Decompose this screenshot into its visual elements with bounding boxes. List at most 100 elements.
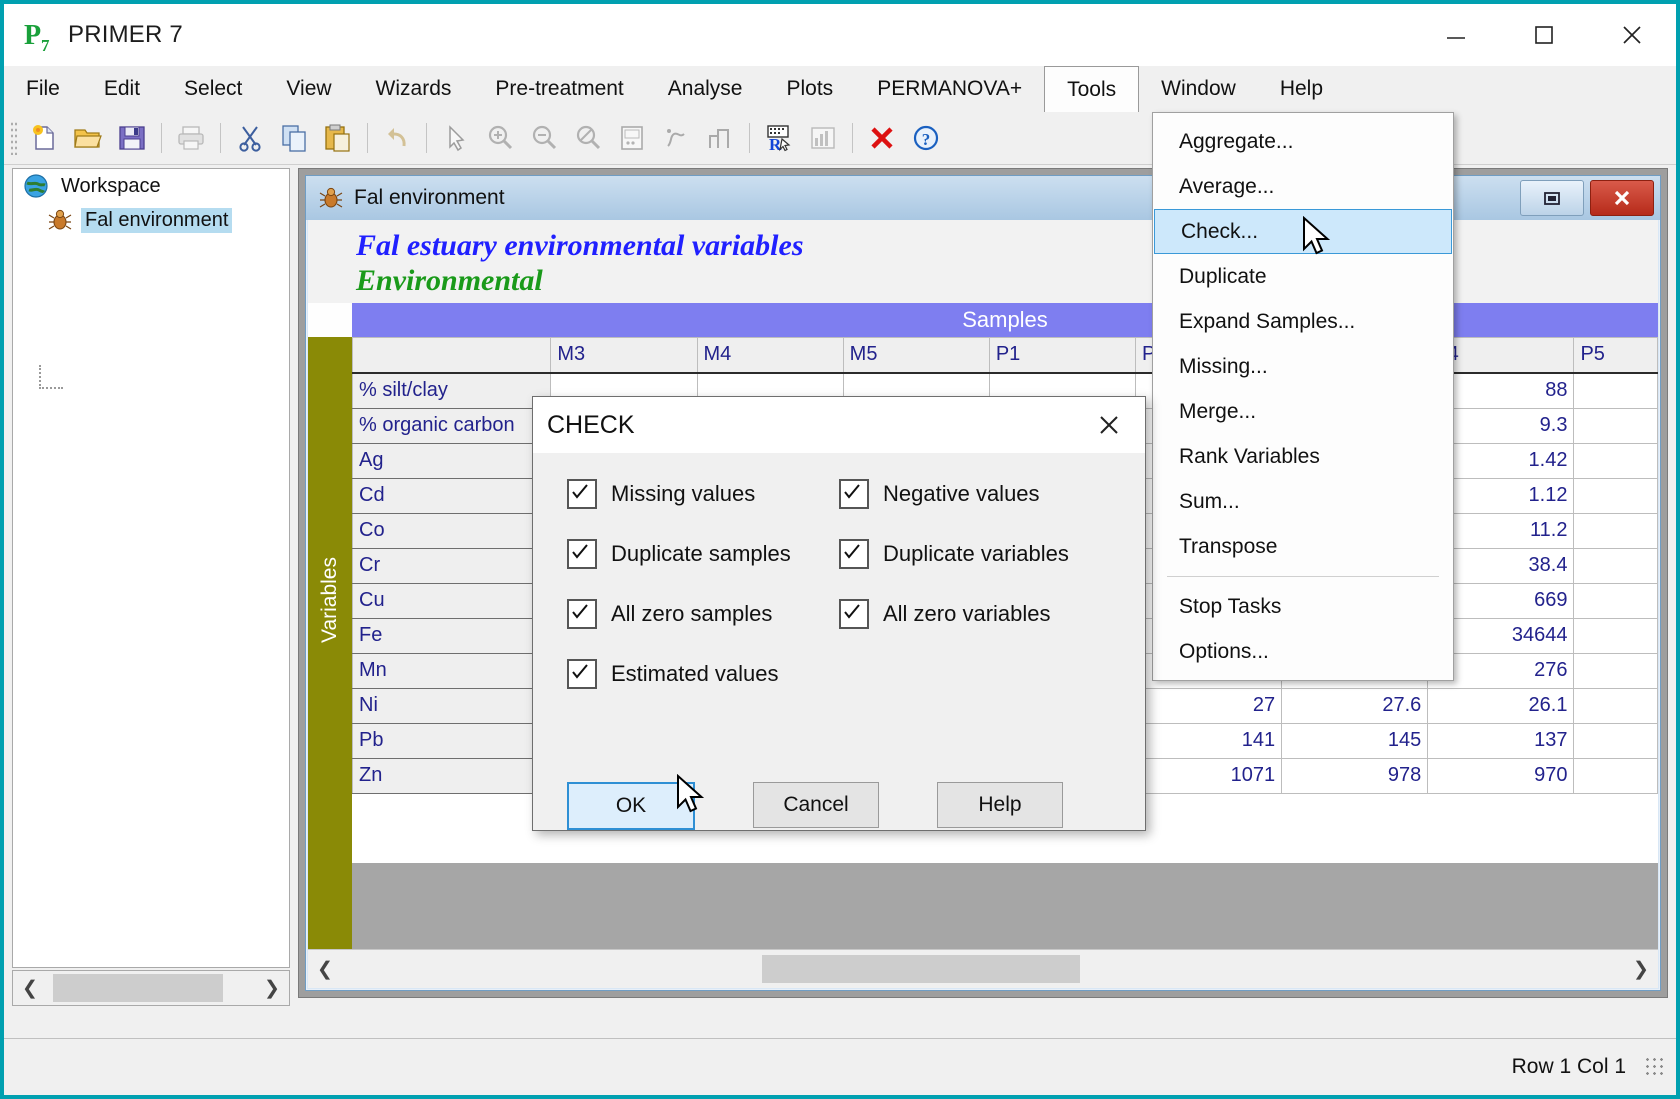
row-label[interactable]: Pb	[352, 722, 552, 759]
stop-red-x-icon[interactable]	[860, 116, 904, 160]
cancel-button[interactable]: Cancel	[753, 782, 879, 828]
menu-tools[interactable]: Tools	[1044, 66, 1140, 112]
menu-item-options[interactable]: Options...	[1153, 629, 1453, 674]
cell[interactable]	[1573, 372, 1658, 409]
tree-root-workspace[interactable]: Workspace	[13, 169, 289, 203]
cell[interactable]: 26.1	[1427, 687, 1575, 724]
menu-item-aggregate[interactable]: Aggregate...	[1153, 119, 1453, 164]
cell[interactable]	[1573, 687, 1658, 724]
menu-wizards[interactable]: Wizards	[354, 66, 474, 112]
cut-scissors-icon[interactable]	[228, 116, 272, 160]
row-label[interactable]: Ag	[352, 442, 552, 479]
save-icon[interactable]	[110, 116, 154, 160]
tree-item-fal-environment[interactable]: Fal environment	[13, 203, 289, 237]
grid-col-p5[interactable]: P5	[1573, 336, 1658, 374]
cell[interactable]	[1573, 442, 1658, 479]
menu-window[interactable]: Window	[1139, 66, 1258, 112]
menu-item-average[interactable]: Average...	[1153, 164, 1453, 209]
row-label[interactable]: Zn	[352, 757, 552, 794]
maximize-button[interactable]	[1500, 4, 1588, 66]
menu-plots[interactable]: Plots	[765, 66, 856, 112]
cell[interactable]: 978	[1281, 757, 1429, 794]
row-label[interactable]: Co	[352, 512, 552, 549]
grid-scroll-right-arrow-icon[interactable]: ❯	[1624, 952, 1658, 986]
menu-pre-treatment[interactable]: Pre-treatment	[473, 66, 645, 112]
menu-item-stop-tasks[interactable]: Stop Tasks	[1153, 584, 1453, 629]
menu-help[interactable]: Help	[1258, 66, 1345, 112]
cell[interactable]	[1573, 477, 1658, 514]
scroll-track[interactable]	[47, 971, 255, 1005]
help-question-icon[interactable]: ?	[904, 116, 948, 160]
menu-item-sum[interactable]: Sum...	[1153, 479, 1453, 524]
checkbox-duplicate-samples[interactable]: Duplicate samples	[567, 539, 839, 569]
data-window-title-bar[interactable]: Fal environment	[306, 176, 1660, 220]
help-button[interactable]: Help	[937, 782, 1063, 828]
cell[interactable]	[1573, 722, 1658, 759]
cell[interactable]	[1573, 757, 1658, 794]
cell[interactable]: 141	[1134, 722, 1283, 759]
cell[interactable]	[1573, 547, 1658, 584]
scroll-thumb[interactable]	[53, 974, 223, 1002]
row-label[interactable]: Cd	[352, 477, 552, 514]
menu-file[interactable]: File	[4, 66, 82, 112]
cell[interactable]	[1573, 652, 1658, 689]
menu-edit[interactable]: Edit	[82, 66, 162, 112]
copy-icon[interactable]	[272, 116, 316, 160]
grid-scroll-thumb[interactable]	[762, 955, 1080, 983]
menu-item-transpose[interactable]: Transpose	[1153, 524, 1453, 569]
menu-item-expand-samples[interactable]: Expand Samples...	[1153, 299, 1453, 344]
menu-view[interactable]: View	[264, 66, 353, 112]
grid-scroll-left-arrow-icon[interactable]: ❮	[308, 952, 342, 986]
scroll-right-arrow-icon[interactable]: ❯	[255, 971, 289, 1005]
row-label[interactable]: Fe	[352, 617, 552, 654]
grid-horizontal-scrollbar[interactable]: ❮ ❯	[308, 949, 1658, 988]
r-script-icon[interactable]: R	[757, 116, 801, 160]
ok-button[interactable]: OK	[567, 782, 695, 830]
checkbox-duplicate-variables[interactable]: Duplicate variables	[839, 539, 1111, 569]
menu-analyse[interactable]: Analyse	[646, 66, 765, 112]
checkbox-all-zero-variables[interactable]: All zero variables	[839, 599, 1111, 629]
new-icon[interactable]	[22, 116, 66, 160]
data-window-close-button[interactable]	[1590, 180, 1654, 216]
toolbar-grip[interactable]	[10, 121, 18, 155]
workspace-tree-panel[interactable]: Workspace Fal environment	[12, 168, 290, 968]
close-button[interactable]	[1588, 4, 1676, 66]
scroll-left-arrow-icon[interactable]: ❮	[13, 971, 47, 1005]
paste-icon[interactable]	[316, 116, 360, 160]
row-label[interactable]: Mn	[352, 652, 552, 689]
checkbox-estimated-values[interactable]: Estimated values	[567, 659, 839, 689]
menu-item-missing[interactable]: Missing...	[1153, 344, 1453, 389]
grid-col-m3[interactable]: M3	[550, 336, 698, 374]
cell[interactable]	[1573, 512, 1658, 549]
checkbox-missing-values[interactable]: Missing values	[567, 479, 839, 509]
cell[interactable]	[1573, 617, 1658, 654]
menu-select[interactable]: Select	[162, 66, 264, 112]
checkbox-negative-values[interactable]: Negative values	[839, 479, 1111, 509]
cell[interactable]: 970	[1427, 757, 1575, 794]
cell[interactable]: 1071	[1134, 757, 1283, 794]
open-folder-icon[interactable]	[66, 116, 110, 160]
grid-col-m5[interactable]: M5	[842, 336, 990, 374]
menu-item-duplicate[interactable]: Duplicate	[1153, 254, 1453, 299]
grid-scroll-track[interactable]	[342, 952, 1624, 986]
menu-item-check[interactable]: Check...	[1154, 209, 1452, 254]
grid-col-p1[interactable]: P1	[988, 336, 1136, 374]
grid-col-m4[interactable]: M4	[696, 336, 844, 374]
menu-item-rank-variables[interactable]: Rank Variables	[1153, 434, 1453, 479]
cell[interactable]: 145	[1281, 722, 1429, 759]
row-label[interactable]: % organic carbon	[352, 407, 552, 444]
cell[interactable]	[1573, 407, 1658, 444]
row-label[interactable]: % silt/clay	[352, 372, 552, 409]
check-dialog-close-button[interactable]	[1087, 403, 1131, 447]
resize-grip-icon[interactable]	[1644, 1056, 1666, 1078]
cell[interactable]: 27.6	[1281, 687, 1429, 724]
row-label[interactable]: Cr	[352, 547, 552, 584]
cell[interactable]: 27	[1134, 687, 1283, 724]
data-window-restore-button[interactable]	[1520, 180, 1584, 216]
row-label[interactable]: Cu	[352, 582, 552, 619]
cell[interactable]	[1573, 582, 1658, 619]
cell[interactable]: 137	[1427, 722, 1575, 759]
minimize-button[interactable]	[1412, 4, 1500, 66]
row-label[interactable]: Ni	[352, 687, 552, 724]
checkbox-all-zero-samples[interactable]: All zero samples	[567, 599, 839, 629]
